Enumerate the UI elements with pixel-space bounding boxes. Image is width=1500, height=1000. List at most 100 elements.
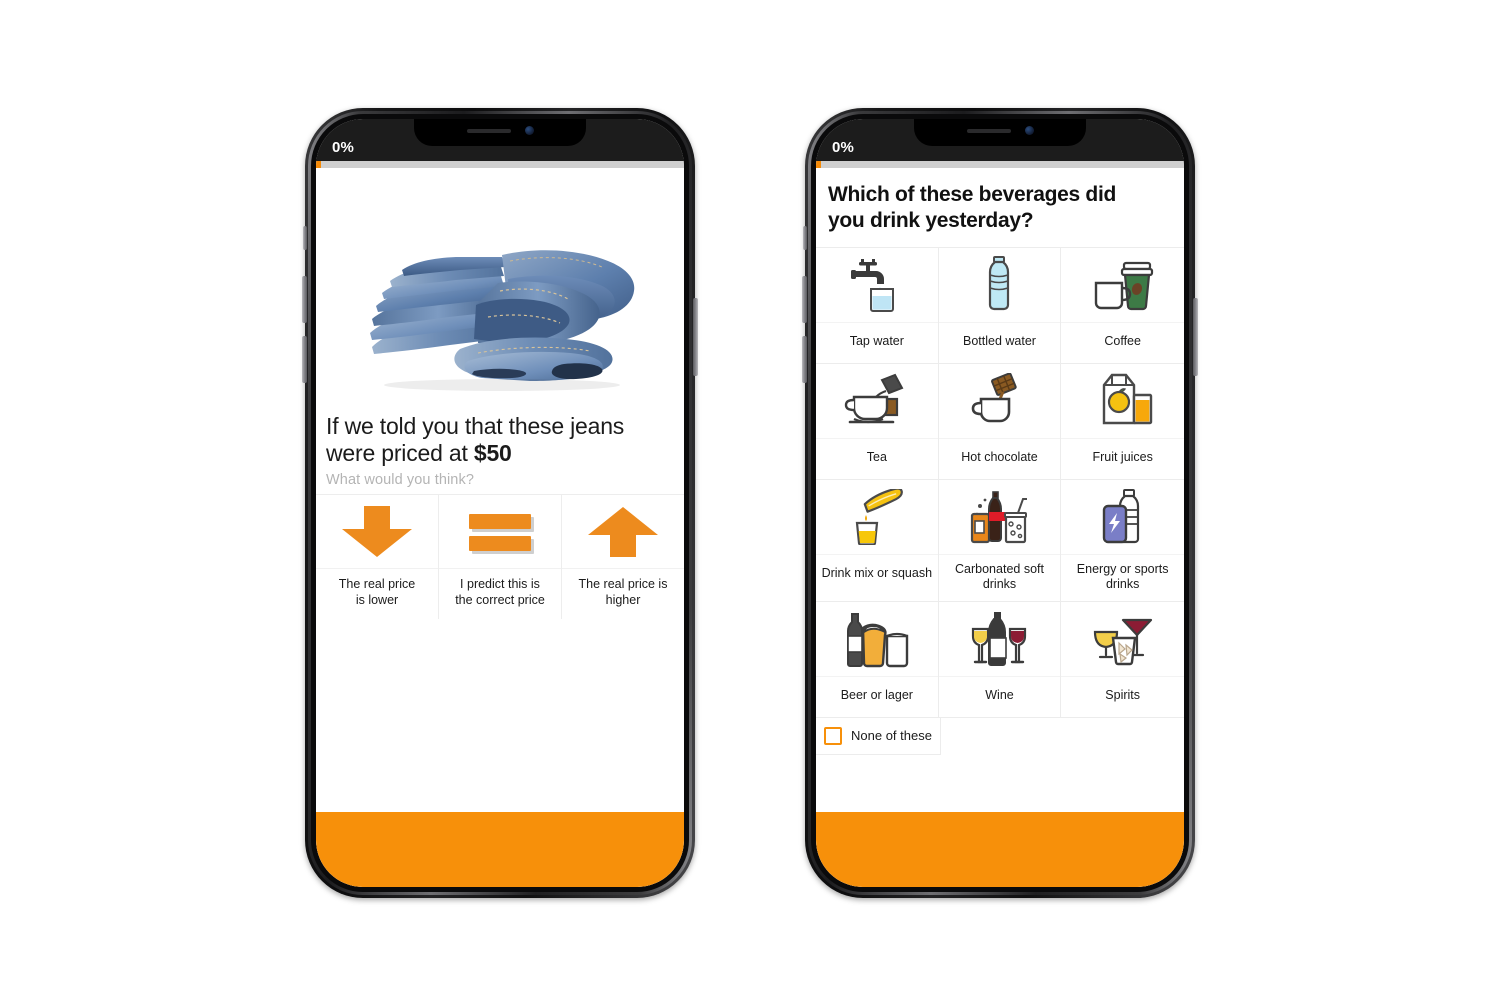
question-subtitle: What would you think? [326, 472, 474, 489]
survey-app-body: If we told you that these jeans were pri… [316, 168, 684, 887]
answer-label-correct-line2: the correct price [455, 592, 545, 607]
drink-mix-icon [855, 488, 903, 545]
power-button[interactable] [693, 298, 698, 376]
tea-icon [844, 373, 904, 423]
earpiece-speaker-icon-2 [966, 128, 1011, 133]
option-bottled-water[interactable]: Bottled water [938, 247, 1062, 364]
option-soft-drinks[interactable]: Carbonated soft drinks [938, 479, 1062, 602]
tap-water-icon [850, 258, 894, 312]
volume-up-button-2[interactable] [802, 276, 807, 323]
device-notch-2 [914, 119, 1086, 146]
label-energy-drinks: Energy or sports drinks [1076, 561, 1169, 592]
checkbox-icon[interactable] [824, 726, 842, 745]
survey-content-2: Which of these beverages did you drink y… [816, 168, 1184, 812]
answer-option-higher[interactable]: The real price is higher [562, 495, 684, 619]
volume-down-button-2[interactable] [802, 336, 807, 383]
option-hot-chocolate[interactable]: Hot chocolate [938, 363, 1062, 480]
progress-bar-fill [316, 161, 321, 168]
bottled-water-icon [989, 255, 1010, 310]
beer-icon [846, 612, 909, 667]
energy-drink-icon [1102, 488, 1139, 543]
equals-icon [469, 513, 534, 554]
survey-content: If we told you that these jeans were pri… [316, 168, 684, 812]
label-wine: Wine [985, 688, 1014, 703]
volume-down-button[interactable] [302, 336, 307, 383]
question-line-1: If we told you that these jeans [326, 413, 625, 439]
spirits-icon [1093, 618, 1152, 665]
front-camera-icon-2 [1024, 126, 1034, 135]
mute-switch-button[interactable] [303, 226, 307, 250]
progress-bar-track-2 [816, 161, 1184, 168]
option-tea[interactable]: Tea [816, 363, 939, 480]
answer-option-lower[interactable]: The real price is lower [316, 495, 439, 619]
volume-up-button[interactable] [302, 276, 307, 323]
label-drink-mix: Drink mix or squash [821, 566, 933, 581]
answer-label-higher: The real price is higher [575, 569, 672, 618]
label-hot-chocolate: Hot chocolate [961, 450, 1038, 465]
screenshot-canvas: 0% If we told you that these jeans were … [0, 0, 1500, 1000]
progress-bar-track [316, 161, 684, 168]
option-energy-drinks[interactable]: Energy or sports drinks [1061, 479, 1184, 602]
progress-percent-label-2: 0% [832, 139, 855, 156]
page-title: Which of these beverages did you drink y… [816, 168, 1184, 247]
question-line-2-prefix: were priced at [326, 440, 474, 467]
answer-label-lower: The real price is lower [335, 569, 419, 618]
arrow-up-icon [587, 506, 663, 561]
icon-wrap-fruit-juices [1061, 364, 1184, 439]
bottom-orange-bar [316, 812, 684, 887]
soft-drinks-icon [971, 490, 1028, 543]
answer-label-correct-line1: I predict this is [460, 577, 540, 592]
phone-screen-bezel: 0% If we told you that these jeans were … [316, 119, 684, 887]
label-fruit-juices: Fruit juices [1092, 450, 1153, 465]
phone-device-beverage-question: 0% Which of these beverages did you drin… [802, 108, 1198, 898]
icon-wrap-energy-drinks [1061, 480, 1184, 555]
fruit-juice-icon [1102, 373, 1152, 424]
survey-app-body-2: Which of these beverages did you drink y… [816, 168, 1184, 887]
icon-wrap-hot-chocolate [938, 364, 1061, 439]
label-spirits: Spirits [1105, 688, 1141, 703]
option-coffee[interactable]: Coffee [1061, 247, 1184, 364]
answer-option-correct[interactable]: I predict this is the correct price [439, 495, 562, 619]
icon-wrap-tap-water [816, 248, 938, 323]
answer-label-lower-line2: is lower [355, 592, 399, 607]
front-camera-icon [524, 126, 534, 135]
option-spirits[interactable]: Spirits [1061, 601, 1184, 718]
option-none-of-these[interactable]: None of these [816, 717, 941, 755]
wine-icon [972, 611, 1027, 666]
icon-wrap-coffee [1061, 248, 1184, 323]
phone-screen: 0% If we told you that these jeans were … [316, 119, 684, 887]
answer-icon-wrap-lower [316, 495, 438, 570]
hot-chocolate-icon [972, 372, 1018, 422]
jeans-stack-image [370, 249, 635, 391]
bottom-orange-bar-2 [816, 812, 1184, 887]
power-button-2[interactable] [1193, 298, 1198, 376]
answer-label-higher-line2: higher [605, 592, 641, 607]
phone-device-price-question: 0% If we told you that these jeans were … [302, 108, 698, 898]
label-tea: Tea [866, 450, 887, 465]
label-bottled-water: Bottled water [963, 334, 1036, 349]
arrow-down-icon [341, 505, 417, 561]
option-wine[interactable]: Wine [938, 601, 1062, 718]
question-price-value: $50 [473, 440, 512, 467]
none-of-these-row: None of these [816, 717, 1184, 755]
icon-wrap-soft-drinks [938, 480, 1061, 555]
mute-switch-button-2[interactable] [803, 226, 807, 250]
device-notch [414, 119, 586, 146]
answer-label-correct: I predict this is the correct price [451, 569, 549, 618]
label-none-of-these: None of these [851, 728, 932, 744]
answer-icon-wrap-higher [562, 495, 684, 570]
question2-line-1: Which of these beverages did [828, 183, 1116, 206]
option-fruit-juices[interactable]: Fruit juices [1061, 363, 1184, 480]
icon-wrap-wine [938, 602, 1061, 677]
option-tap-water[interactable]: Tap water [816, 247, 939, 364]
icon-wrap-drink-mix [816, 480, 938, 555]
icon-wrap-bottled-water [938, 248, 1061, 323]
option-beer[interactable]: Beer or lager [816, 601, 939, 718]
question-text: If we told you that these jeans were pri… [326, 413, 674, 467]
answer-label-lower-line1: The real price [338, 577, 416, 592]
answer-label-higher-line1: The real price is [578, 577, 668, 592]
option-drink-mix[interactable]: Drink mix or squash [816, 479, 939, 602]
question-block: If we told you that these jeans were pri… [316, 403, 684, 494]
answer-icon-wrap-correct [439, 495, 561, 570]
icon-wrap-spirits [1061, 602, 1184, 677]
